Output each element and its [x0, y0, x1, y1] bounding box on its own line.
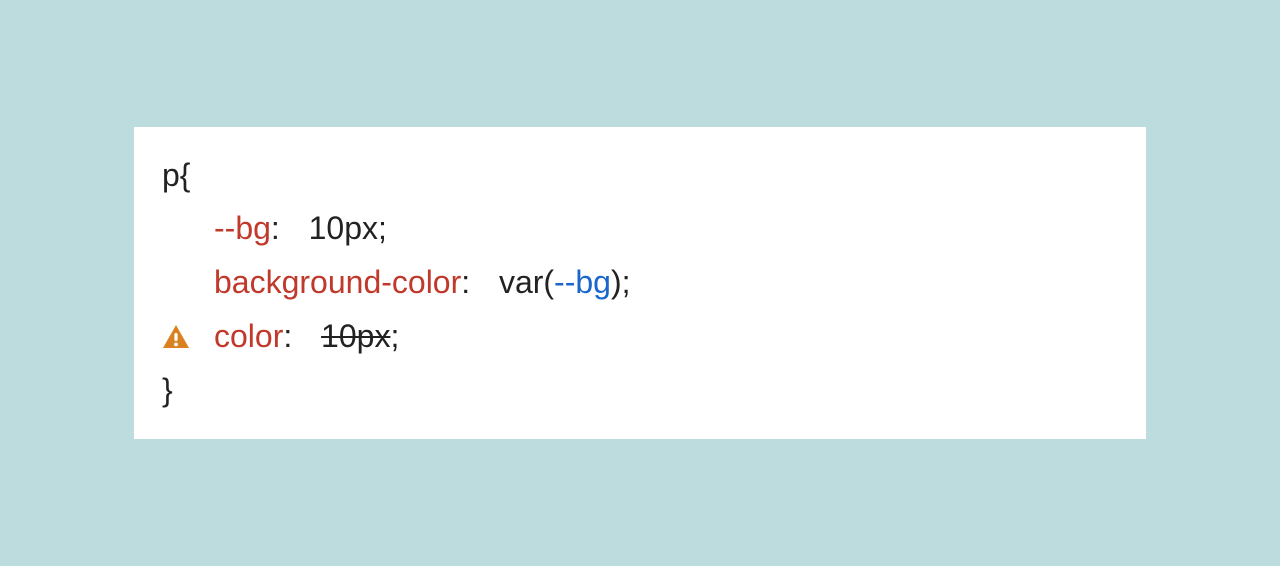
declaration-line-invalid: color: 10px; — [162, 310, 1118, 364]
selector: p — [162, 149, 180, 203]
var-close: ) — [611, 256, 622, 310]
close-brace-line: } — [162, 364, 1118, 418]
semicolon: ; — [378, 202, 387, 256]
colon: : — [461, 256, 470, 310]
css-property: color — [214, 310, 283, 364]
declaration-line: --bg: 10px; — [162, 202, 1118, 256]
declaration-line: background-color: var(--bg); — [162, 256, 1118, 310]
semicolon: ; — [622, 256, 631, 310]
open-brace: { — [180, 149, 191, 203]
css-value-invalid: 10px — [321, 310, 390, 364]
selector-line: p { — [162, 149, 1118, 203]
css-property: background-color — [214, 256, 461, 310]
css-variable-ref: --bg — [554, 256, 611, 310]
close-brace: } — [162, 364, 173, 418]
css-property: --bg — [214, 202, 271, 256]
semicolon: ; — [390, 310, 399, 364]
colon: : — [283, 310, 292, 364]
colon: : — [271, 202, 280, 256]
var-open: var( — [499, 256, 554, 310]
warning-icon — [162, 324, 190, 350]
css-code-panel: p { --bg: 10px; background-color: var(--… — [134, 127, 1146, 440]
css-value: 10px — [309, 202, 378, 256]
